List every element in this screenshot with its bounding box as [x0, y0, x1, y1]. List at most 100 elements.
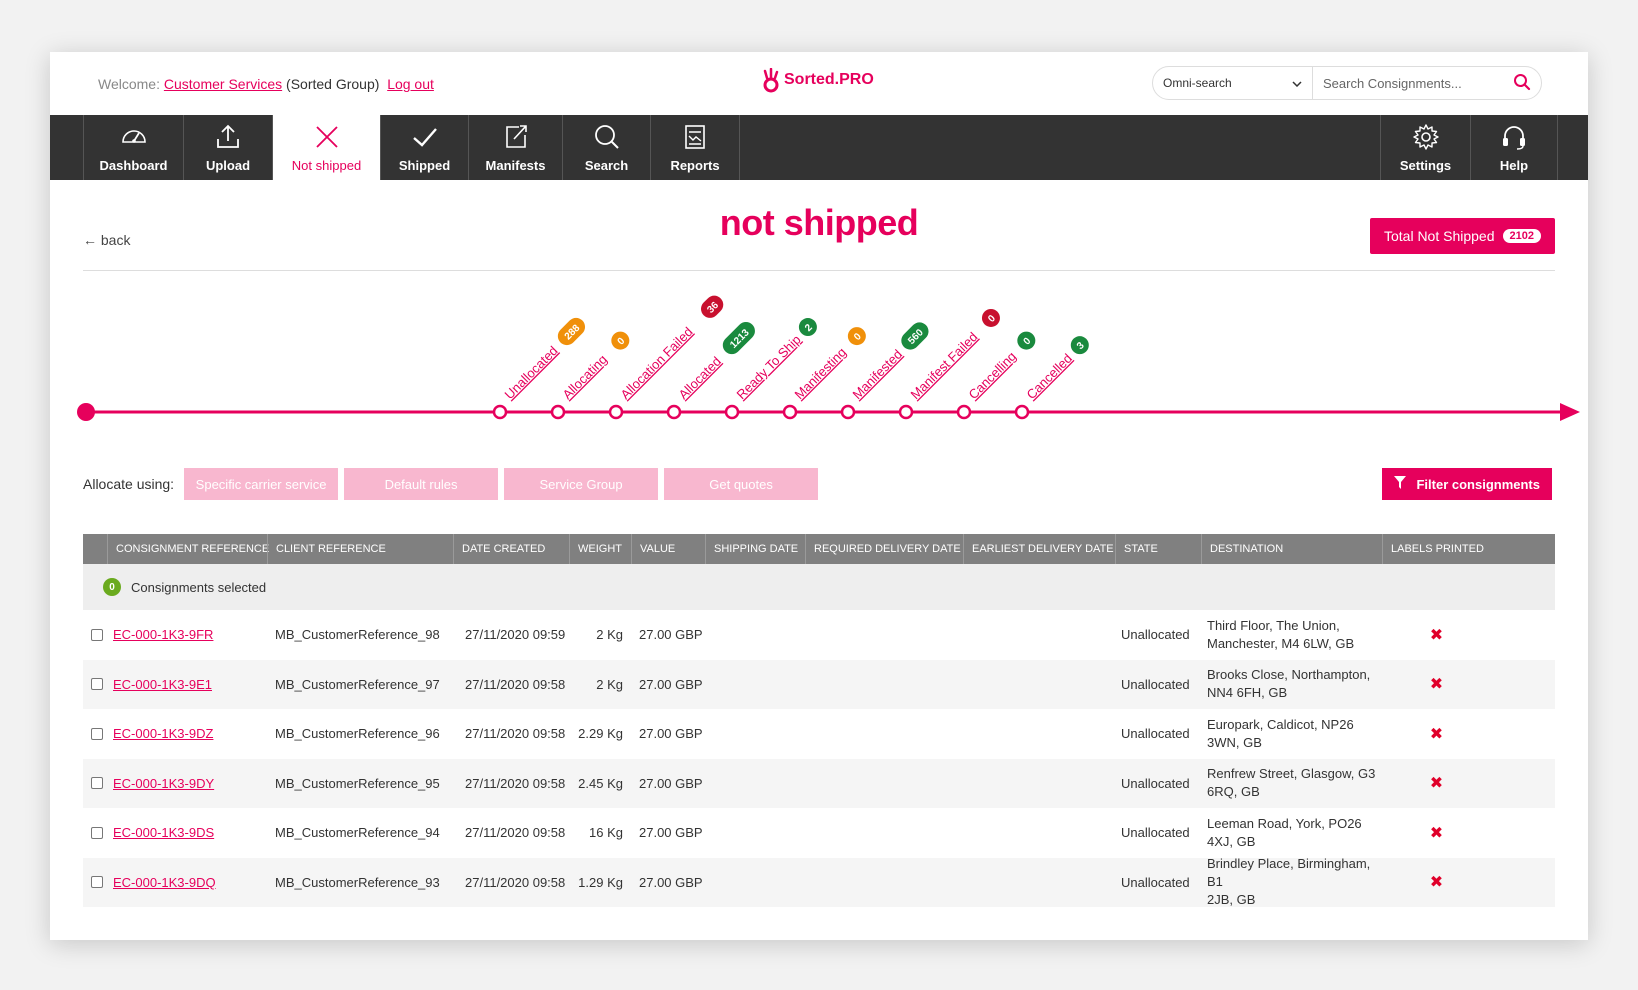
table-row[interactable]: EC-000-1K3-9DY MB_CustomerReference_95 27/…: [83, 758, 1555, 809]
destination: Brooks Close, Northampton, NN4 6FH, GB: [1201, 660, 1382, 710]
search-input[interactable]: Search Consignments...: [1313, 67, 1541, 99]
allocate-bar: Allocate using: Specific carrier service…: [83, 468, 819, 500]
default-rules-button[interactable]: Default rules: [344, 468, 499, 500]
row-checkbox[interactable]: [91, 777, 103, 790]
search-mode-value: Omni-search: [1163, 76, 1232, 90]
column-header[interactable]: EARLIEST DELIVERY DATE: [963, 534, 1115, 564]
table-body: EC-000-1K3-9FR MB_CustomerReference_98 27/…: [83, 610, 1555, 907]
stage-node: [1014, 404, 1030, 420]
column-header[interactable]: REQUIRED DELIVERY DATE: [805, 534, 963, 564]
table-row[interactable]: EC-000-1K3-9FR MB_CustomerReference_98 27/…: [83, 610, 1555, 660]
destination: Brindley Place, Birmingham, B1 2JB, GB: [1201, 856, 1382, 907]
destination: Renfrew Street, Glasgow, G3 6RQ, GB: [1201, 759, 1382, 809]
nav-not-shipped[interactable]: Not shipped: [272, 115, 380, 180]
logo-mark-icon: [762, 67, 780, 93]
export-icon: [505, 125, 527, 148]
stage-label[interactable]: Allocating: [560, 352, 610, 402]
specific-carrier-service-button[interactable]: Specific carrier service: [184, 468, 339, 500]
earliest-delivery-date: [963, 610, 1115, 660]
stage-label[interactable]: Manifested: [850, 347, 906, 403]
total-count-badge: 2102: [1502, 229, 1541, 243]
nav-label: Manifests: [485, 158, 546, 173]
column-header[interactable]: DATE CREATED: [453, 534, 569, 564]
date-created: 27/11/2020 09:58: [465, 775, 566, 791]
nav-settings[interactable]: Settings: [1380, 115, 1470, 180]
check-icon: [412, 128, 437, 147]
earliest-delivery-date: [963, 808, 1115, 858]
table-row[interactable]: EC-000-1K3-9DQ MB_CustomerReference_93 27/…: [83, 856, 1555, 907]
table-row[interactable]: EC-000-1K3-9DS MB_CustomerReference_94 27/…: [83, 808, 1555, 858]
search-mode-select[interactable]: Omni-search: [1153, 67, 1313, 99]
column-header[interactable]: DESTINATION: [1201, 534, 1382, 564]
timeline-stage[interactable]: Allocation Failed36: [608, 292, 727, 420]
shipping-date: [705, 660, 805, 710]
column-header[interactable]: WEIGHT: [569, 534, 631, 564]
consignment-link[interactable]: EC-000-1K3-9DY: [113, 776, 214, 791]
value: 27.00 GBP: [639, 874, 703, 890]
column-header[interactable]: VALUE: [631, 534, 705, 564]
table-row[interactable]: EC-000-1K3-9E1 MB_CustomerReference_97 27/…: [83, 659, 1555, 710]
stage-label[interactable]: Manifesting: [792, 345, 850, 403]
nav-dashboard[interactable]: Dashboard: [83, 115, 183, 180]
stage-label[interactable]: Unallocated: [502, 343, 561, 402]
consignment-link[interactable]: EC-000-1K3-9E1: [113, 677, 212, 692]
stage-node: [956, 404, 972, 420]
stage-label[interactable]: Allocated: [676, 354, 724, 402]
column-header[interactable]: LABELS PRINTED: [1382, 534, 1484, 564]
nav-label: Dashboard: [99, 158, 168, 173]
value: 27.00 GBP: [639, 627, 703, 643]
stage-label[interactable]: Cancelled: [1024, 351, 1075, 402]
nav-label: Search: [584, 158, 629, 173]
main-nav: Dashboard Upload Not shipped Shipped Man…: [50, 115, 1588, 180]
row-checkbox[interactable]: [91, 727, 103, 740]
column-header-select: [83, 534, 107, 564]
timeline-arrow-icon: [1560, 403, 1580, 421]
nav-manifests[interactable]: Manifests: [468, 115, 562, 180]
not-printed-icon: ✖: [1429, 725, 1444, 743]
timeline-stage[interactable]: Unallocated288: [492, 314, 589, 420]
row-checkbox[interactable]: [91, 678, 103, 691]
total-not-shipped-button[interactable]: Total Not Shipped 2102: [1369, 218, 1555, 254]
column-header[interactable]: CLIENT REFERENCE: [267, 534, 453, 564]
stage-node: [898, 404, 914, 420]
stage-label[interactable]: Cancelling: [966, 349, 1020, 403]
timeline-start-dot: [77, 403, 95, 421]
nav-search[interactable]: Search: [562, 115, 650, 180]
nav-help[interactable]: Help: [1470, 115, 1558, 180]
value: 27.00 GBP: [639, 825, 703, 841]
shipping-date: [705, 759, 805, 809]
consignment-link[interactable]: EC-000-1K3-9DS: [113, 825, 214, 840]
destination-line1: Europark, Caldicot, NP26: [1207, 716, 1354, 732]
weight: 1.29 Kg: [578, 874, 623, 890]
row-checkbox[interactable]: [91, 876, 103, 889]
search-icon[interactable]: [1513, 73, 1531, 94]
filter-icon: [1394, 476, 1407, 492]
column-header[interactable]: CONSIGNMENT REFERENCE: [107, 534, 269, 564]
logo[interactable]: Sorted.PRO: [762, 67, 874, 93]
weight: 2.45 Kg: [578, 775, 623, 791]
nav-upload[interactable]: Upload: [183, 115, 272, 180]
logout-link[interactable]: Log out: [387, 76, 434, 92]
user-link[interactable]: Customer Services: [164, 76, 282, 92]
chevron-down-icon: [1292, 76, 1302, 90]
row-checkbox[interactable]: [91, 628, 103, 641]
search-box: Omni-search Search Consignments...: [1152, 66, 1542, 100]
get-quotes-button[interactable]: Get quotes: [664, 468, 819, 500]
consignments-table: CONSIGNMENT REFERENCE CLIENT REFERENCE D…: [83, 534, 1555, 907]
selected-label: Consignments selected: [131, 579, 267, 595]
filter-consignments-button[interactable]: Filter consignments: [1382, 468, 1552, 500]
nav-reports[interactable]: Reports: [650, 115, 740, 180]
consignment-link[interactable]: EC-000-1K3-9DZ: [113, 726, 213, 741]
weight: 2.29 Kg: [578, 726, 623, 742]
row-checkbox[interactable]: [91, 826, 103, 839]
logo-text: Sorted.PRO: [784, 71, 874, 88]
consignment-link[interactable]: EC-000-1K3-9DQ: [113, 875, 216, 890]
service-group-button[interactable]: Service Group: [504, 468, 659, 500]
column-header[interactable]: SHIPPING DATE: [705, 534, 805, 564]
table-row[interactable]: EC-000-1K3-9DZ MB_CustomerReference_96 27/…: [83, 709, 1555, 759]
column-header[interactable]: STATE: [1115, 534, 1201, 564]
stage-node: [724, 404, 740, 420]
nav-shipped[interactable]: Shipped: [380, 115, 468, 180]
timeline-stage[interactable]: Manifest Failed0: [898, 305, 1004, 420]
consignment-link[interactable]: EC-000-1K3-9FR: [113, 627, 213, 642]
